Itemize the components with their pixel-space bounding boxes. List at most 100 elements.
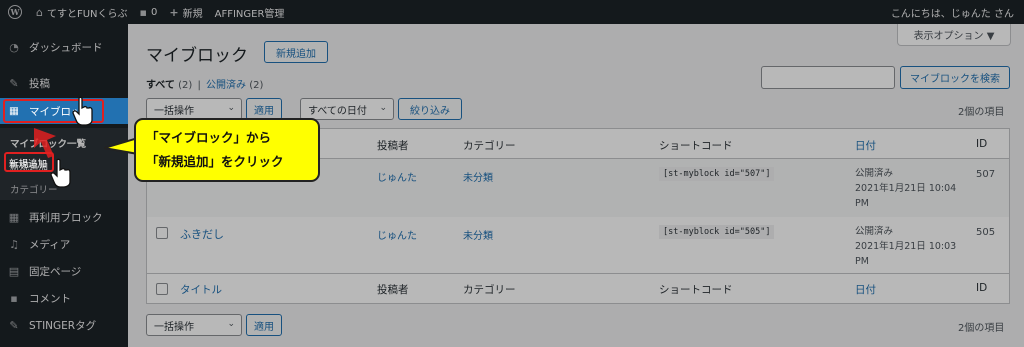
row-id: 505 <box>976 227 996 238</box>
callout-line-2: 「新規追加」をクリック <box>146 154 284 169</box>
column-shortcode: ショートコード <box>659 284 733 296</box>
affinger-label: AFFINGER管理 <box>214 8 285 20</box>
table-footer-row: タイトル 投稿者 カテゴリー ショートコード 日付 ID <box>147 273 1009 304</box>
bulk-action-value: 一括操作 <box>154 321 194 333</box>
bulk-action-select-bottom[interactable]: 一括操作 ⌄ <box>146 314 242 336</box>
row-status: 公開済み <box>855 226 894 237</box>
apply-button[interactable]: 適用 <box>246 98 282 120</box>
row-author[interactable]: じゅんた <box>377 169 417 184</box>
date-filter-select[interactable]: すべての日付 ⌄ <box>300 98 394 120</box>
admin-bar: W ⌂ てすとFUNくらぶ ▪ 0 + 新規 AFFINGER管理 こんにちは、… <box>0 0 1024 24</box>
site-name-link[interactable]: ⌂ てすとFUNくらぶ <box>30 0 134 24</box>
plus-icon: + <box>169 5 179 19</box>
chevron-down-icon: ⌄ <box>227 103 235 113</box>
site-name: てすとFUNくらぶ <box>46 8 128 20</box>
row-author[interactable]: じゅんた <box>377 227 417 242</box>
row-category[interactable]: 未分類 <box>463 169 493 184</box>
pin-icon: ✎ <box>9 318 19 332</box>
callout-line-1: 「マイブロック」から <box>146 130 272 145</box>
arrow-icon <box>34 128 56 158</box>
filter-all-count: (2) <box>178 80 193 91</box>
row-date-ampm: PM <box>855 256 869 267</box>
row-status: 公開済み <box>855 168 894 179</box>
sidebar-item-pages[interactable]: ▤ 固定ページ <box>0 258 128 284</box>
column-title[interactable]: タイトル <box>180 282 222 297</box>
sidebar-item-label: メディア <box>29 238 71 251</box>
sidebar-item-comments[interactable]: ▪ コメント <box>0 285 128 311</box>
row-id: 507 <box>976 169 996 180</box>
bulk-action-select[interactable]: 一括操作 ⌄ <box>146 98 242 120</box>
sidebar-item-label: STINGERタグ <box>29 319 97 332</box>
filter-separator: | <box>197 80 201 91</box>
filter-published-count: (2) <box>249 80 264 91</box>
hand-cursor-icon <box>72 96 93 126</box>
filter-published[interactable]: 公開済み <box>206 80 246 91</box>
wordpress-icon: W <box>8 5 22 19</box>
row-title[interactable]: ふきだし <box>180 226 224 242</box>
comment-icon: ▪ <box>139 5 148 19</box>
column-date[interactable]: 日付 <box>855 138 876 153</box>
new-content-link[interactable]: + 新規 <box>163 0 208 24</box>
status-filter: すべて (2) | 公開済み (2) <box>146 76 263 91</box>
sidebar-item-reusable-blocks[interactable]: ▦ 再利用ブロック <box>0 204 128 230</box>
column-date[interactable]: 日付 <box>855 282 876 297</box>
sidebar-item-label: 再利用ブロック <box>29 211 103 224</box>
sidebar-item-stinger-tag[interactable]: ✎ STINGERタグ <box>0 312 128 338</box>
sidebar-item-label: コメント <box>29 292 71 305</box>
row-date-ampm: PM <box>855 198 869 209</box>
pin-icon: ✎ <box>9 76 19 90</box>
dashboard-icon: ◔ <box>9 40 19 54</box>
row-checkbox[interactable] <box>156 227 168 239</box>
row-shortcode: [st-myblock id="507"] <box>659 167 775 181</box>
column-shortcode: ショートコード <box>659 140 733 152</box>
wordpress-logo[interactable]: W <box>0 0 30 24</box>
sidebar-item-media[interactable]: ♫ メディア <box>0 231 128 257</box>
chevron-down-icon: ⌄ <box>227 319 235 329</box>
row-date-value: 2021年1月21日 10:03 <box>855 241 957 252</box>
table-row: ふきだし じゅんた 未分類 [st-myblock id="505"] 公開済み… <box>147 217 1009 273</box>
item-count-bottom: 2個の項目 <box>958 323 1005 334</box>
sidebar-item-label: 投稿 <box>29 77 50 90</box>
filter-button[interactable]: 絞り込み <box>398 98 462 120</box>
sidebar-item-label: 固定ページ <box>29 265 82 278</box>
screen-options-button[interactable]: 表示オプション ▼ <box>897 24 1011 46</box>
search-input[interactable] <box>761 66 895 89</box>
hand-cursor-icon <box>50 158 71 188</box>
date-filter-value: すべての日付 <box>308 105 367 117</box>
bulk-action-value: 一括操作 <box>154 105 194 117</box>
main-content: 表示オプション ▼ マイブロック 新規追加 すべて (2) | 公開済み (2)… <box>128 24 1024 347</box>
comment-icon: ▪ <box>10 291 18 305</box>
row-date-value: 2021年1月21日 10:04 <box>855 183 957 194</box>
column-id: ID <box>976 282 988 294</box>
search-button[interactable]: マイブロックを検索 <box>900 66 1010 89</box>
column-author: 投稿者 <box>377 284 409 296</box>
sidebar-item-dashboard[interactable]: ◔ ダッシュボード <box>0 34 128 60</box>
blocks-icon: ▦ <box>8 210 20 224</box>
filter-all[interactable]: すべて <box>146 80 175 91</box>
comments-count: 0 <box>151 6 158 18</box>
page-title: マイブロック <box>146 46 248 66</box>
sidebar-item-posts[interactable]: ✎ 投稿 <box>0 70 128 96</box>
select-all-checkbox[interactable] <box>156 283 168 295</box>
row-shortcode: [st-myblock id="505"] <box>659 225 775 239</box>
home-icon: ⌂ <box>36 5 43 19</box>
item-count: 2個の項目 <box>958 107 1005 118</box>
column-category: カテゴリー <box>463 140 516 152</box>
row-date: 公開済み 2021年1月21日 10:03 PM <box>855 224 956 269</box>
column-author: 投稿者 <box>377 140 409 152</box>
apply-button-bottom[interactable]: 適用 <box>246 314 282 336</box>
callout-tail <box>104 136 138 156</box>
add-new-button[interactable]: 新規追加 <box>264 41 328 63</box>
comments-link[interactable]: ▪ 0 <box>134 0 164 24</box>
chevron-down-icon: ⌄ <box>379 103 387 113</box>
user-greeting[interactable]: こんにちは、じゅんた さん <box>885 0 1024 24</box>
column-category: カテゴリー <box>463 284 516 296</box>
new-label: 新規 <box>182 8 203 20</box>
sidebar-item-label: ダッシュボード <box>29 41 103 54</box>
affinger-link[interactable]: AFFINGER管理 <box>209 0 291 24</box>
row-category[interactable]: 未分類 <box>463 227 493 242</box>
greeting-text: こんにちは、じゅんた さん <box>890 8 1014 20</box>
page-icon: ▤ <box>8 264 20 278</box>
row-date: 公開済み 2021年1月21日 10:04 PM <box>855 166 956 211</box>
callout-box: 「マイブロック」から 「新規追加」をクリック <box>134 118 320 182</box>
